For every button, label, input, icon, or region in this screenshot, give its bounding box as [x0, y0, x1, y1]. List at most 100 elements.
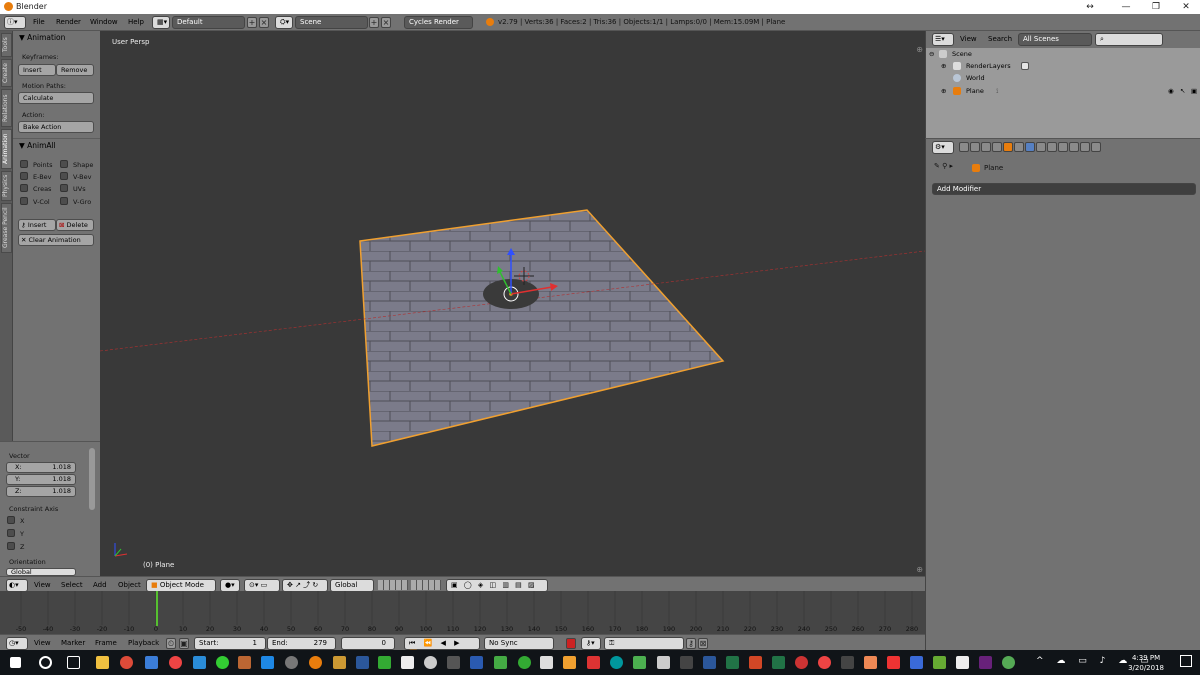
app-icon-38[interactable]	[956, 656, 969, 669]
panel-scrollbar[interactable]	[89, 448, 95, 510]
app-icon-13[interactable]	[378, 656, 391, 669]
layout-icon[interactable]: ▦▾	[152, 16, 170, 29]
tab-tools[interactable]: Tools	[1, 33, 12, 57]
menu-render[interactable]: Render	[56, 16, 81, 29]
app-icon-17[interactable]	[470, 656, 483, 669]
app-icon-8[interactable]	[261, 656, 274, 669]
delete-animall-button[interactable]: ⊠ Delete	[56, 219, 94, 231]
constraint-y-checkbox[interactable]	[7, 529, 15, 537]
current-frame-field[interactable]: 0	[341, 637, 395, 650]
display-mode-selector[interactable]: All Scenes	[1018, 33, 1092, 46]
selectability-icon[interactable]: ↖	[1180, 87, 1185, 95]
scene-icon[interactable]: ⛭▾	[275, 16, 293, 29]
timeline-editor-type[interactable]: ◷▾	[6, 637, 28, 650]
delete-key-icon[interactable]: ⊠	[698, 638, 708, 649]
particles-tab-icon[interactable]	[1069, 142, 1079, 152]
tl-menu-view[interactable]: View	[34, 637, 51, 650]
app-icon-15[interactable]	[424, 656, 437, 669]
insert-key-icon[interactable]: ⚷	[686, 638, 696, 649]
app-icon-16[interactable]	[447, 656, 460, 669]
tab-physics[interactable]: Physics	[1, 171, 12, 201]
physics-tab-icon[interactable]	[1080, 142, 1090, 152]
excel-icon[interactable]	[772, 656, 785, 669]
app-icon-31[interactable]	[795, 656, 808, 669]
arduino-icon[interactable]	[610, 656, 623, 669]
remove-layout-icon[interactable]: ×	[259, 17, 269, 28]
tl-menu-frame[interactable]: Frame	[95, 637, 117, 650]
viewport-split-handle-bottom[interactable]: ⊕	[916, 565, 923, 574]
app-icon-24[interactable]	[633, 656, 646, 669]
tab-animation[interactable]: Animation	[1, 129, 12, 169]
world-tab-icon[interactable]	[992, 142, 1002, 152]
data-tab-icon[interactable]	[1036, 142, 1046, 152]
viewport-split-handle-top[interactable]: ⊕	[916, 45, 923, 54]
start-icon[interactable]	[10, 657, 21, 668]
powerpoint-icon[interactable]	[749, 656, 762, 669]
playback-controls[interactable]: ⏮ ⏪ ◀ ▶ ⏩ ⏭	[404, 637, 480, 658]
visibility-eye-icon[interactable]: ◉	[1168, 87, 1174, 95]
tl-menu-marker[interactable]: Marker	[61, 637, 85, 650]
outliner-menu-search[interactable]: Search	[988, 33, 1012, 46]
app-icon-22[interactable]	[587, 656, 600, 669]
project-icon[interactable]	[726, 656, 739, 669]
shape-checkbox[interactable]	[60, 160, 68, 168]
animall-panel-title[interactable]: ▼ AnimAll	[19, 141, 56, 150]
layers-tab-icon[interactable]	[970, 142, 980, 152]
texture-tab-icon[interactable]	[1058, 142, 1068, 152]
start-frame-field[interactable]: Start: 1	[194, 637, 266, 650]
tab-create[interactable]: Create	[1, 59, 12, 87]
app-icon-20[interactable]	[540, 656, 553, 669]
animation-panel-title[interactable]: ▼ Animation	[19, 33, 65, 42]
visual-studio-icon[interactable]	[979, 656, 992, 669]
vcol-checkbox[interactable]	[20, 197, 28, 205]
insert-keyframe-button[interactable]: Insert	[18, 64, 56, 76]
outliner-row-plane[interactable]: ⊕ Plane ⟟ ◉ ↖ ▣	[926, 85, 1200, 97]
app-icon-18[interactable]	[494, 656, 507, 669]
renderability-icon[interactable]: ▣	[1191, 87, 1197, 95]
remove-keyframe-button[interactable]: Remove	[56, 64, 94, 76]
vbev-checkbox[interactable]	[60, 172, 68, 180]
keying-icon[interactable]: ⚷▾	[581, 637, 601, 650]
tab-relations[interactable]: Relations	[1, 89, 12, 127]
orientation-selector[interactable]: Global	[6, 568, 76, 576]
3d-viewport[interactable]: User Persp (0) Plane ⊕ ⊕	[100, 31, 925, 576]
end-frame-field[interactable]: End: 279	[267, 637, 336, 650]
app-icon-7[interactable]	[238, 656, 251, 669]
extra-tab-icon[interactable]	[1091, 142, 1101, 152]
uvs-checkbox[interactable]	[60, 184, 68, 192]
calculate-button[interactable]: Calculate	[18, 92, 94, 104]
outliner-row-scene[interactable]: ⊖ Scene	[926, 48, 1200, 60]
sync-selector[interactable]: No Sync	[484, 637, 554, 650]
tl-menu-playback[interactable]: Playback	[128, 637, 159, 650]
record-icon[interactable]	[566, 638, 576, 649]
properties-editor-type[interactable]: ⚙▾	[932, 141, 954, 154]
app-icon-33[interactable]	[841, 656, 854, 669]
app-icon-19[interactable]	[518, 656, 531, 669]
vector-z-field[interactable]: Z: 1.018	[6, 486, 76, 497]
modifiers-tab-icon[interactable]	[1025, 142, 1035, 152]
notifications-icon[interactable]	[1180, 655, 1192, 667]
add-scene-icon[interactable]: +	[369, 17, 379, 28]
keying-set-field[interactable]: ⚿	[604, 637, 684, 650]
outliner-editor-type[interactable]: ☰▾	[932, 33, 954, 46]
word-icon[interactable]	[703, 656, 716, 669]
app-icon-3[interactable]	[145, 656, 158, 669]
ebev-checkbox[interactable]	[20, 172, 28, 180]
scene-tab-icon[interactable]	[981, 142, 991, 152]
timeline-editor[interactable]: -50 -40 -30 -20 -10 0 10 20 30 40 50 60 70 80 90 100 110…	[0, 591, 925, 634]
cortana-icon[interactable]	[39, 656, 52, 669]
insert-animall-button[interactable]: ⚷ Insert	[18, 219, 56, 231]
material-tab-icon[interactable]	[1047, 142, 1057, 152]
chrome-icon[interactable]	[120, 656, 133, 669]
menu-help[interactable]: Help	[128, 16, 144, 29]
constraint-z-checkbox[interactable]	[7, 542, 15, 550]
file-explorer-icon[interactable]	[96, 656, 109, 669]
tab-grease-pencil[interactable]: Grease Pencil	[1, 203, 12, 253]
menu-window[interactable]: Window	[90, 16, 118, 29]
app-icon-21[interactable]	[563, 656, 576, 669]
app-icon-37[interactable]	[933, 656, 946, 669]
outliner-row-renderlayers[interactable]: ⊕ RenderLayers	[926, 60, 1200, 72]
layer-buttons-1[interactable]	[378, 580, 408, 590]
task-view-icon[interactable]	[67, 656, 80, 669]
vgro-checkbox[interactable]	[60, 197, 68, 205]
